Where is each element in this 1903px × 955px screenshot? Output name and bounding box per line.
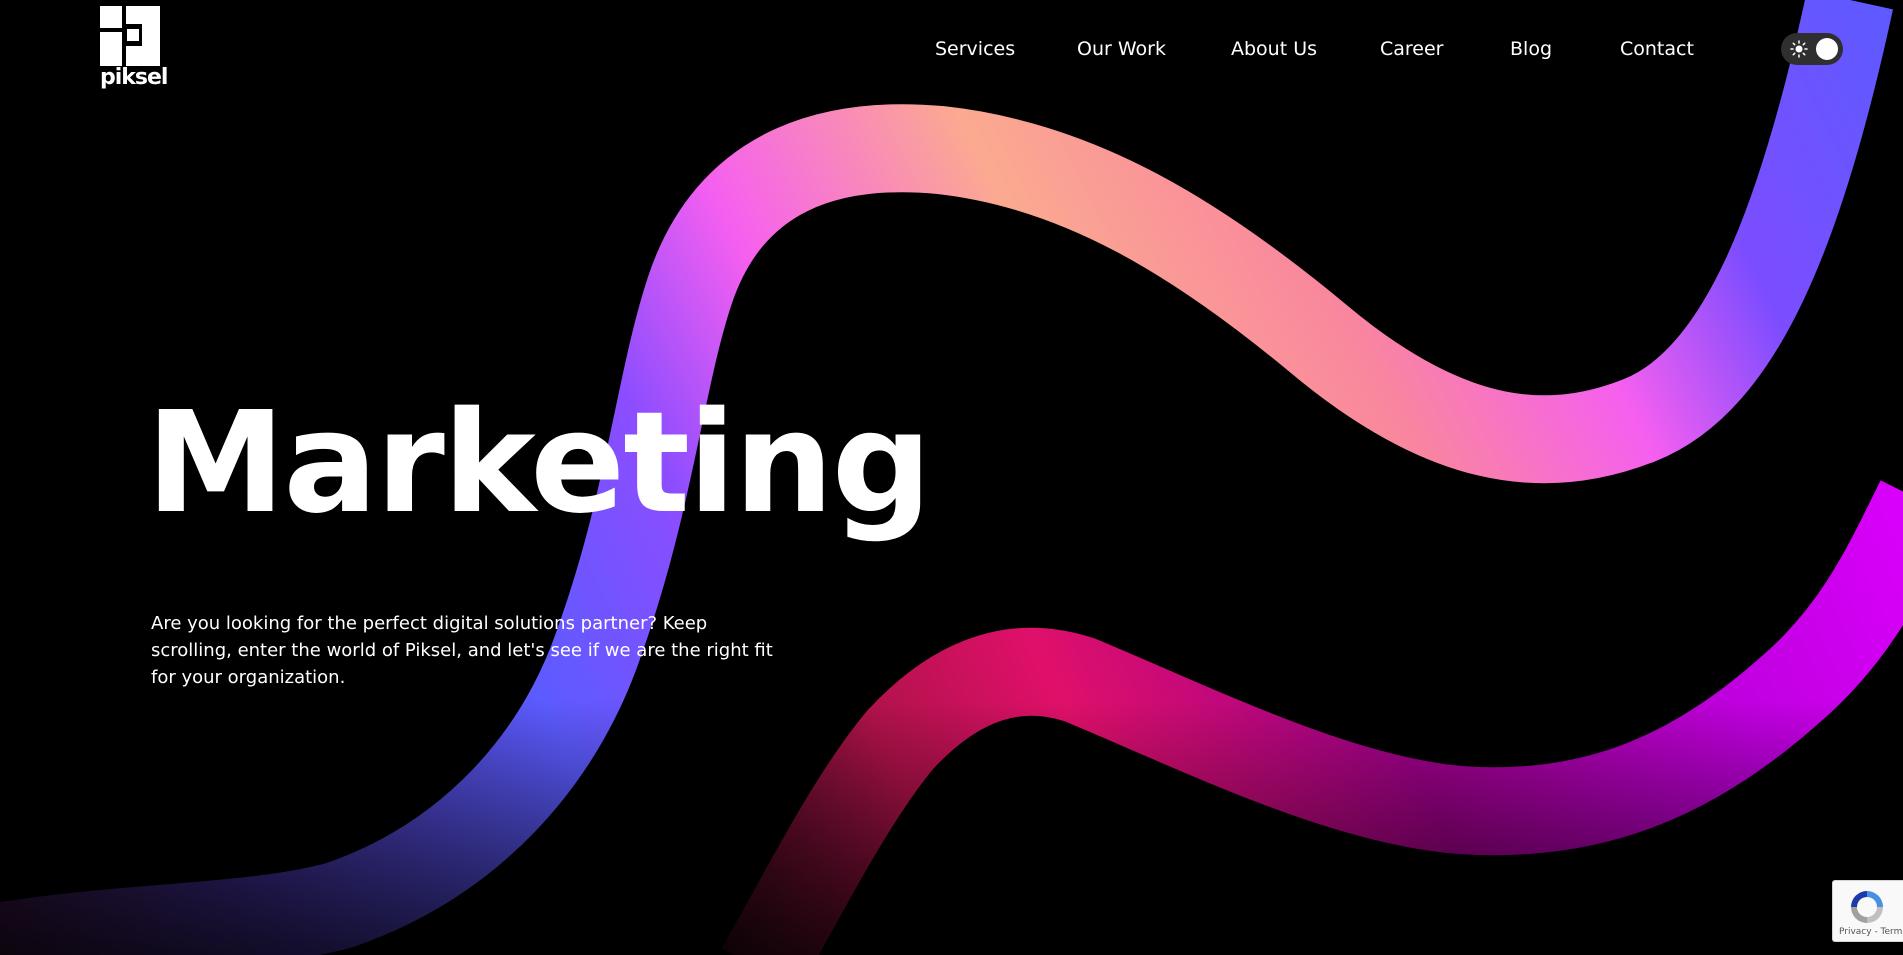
nav-contact[interactable]: Contact <box>1620 36 1694 62</box>
toggle-knob <box>1816 38 1838 60</box>
main-nav: Services Our Work About Us Career Blog C… <box>0 36 1903 64</box>
recaptcha-links[interactable]: Privacy - Terms <box>1839 927 1903 938</box>
sun-icon <box>1790 40 1808 58</box>
hero-title: Marketing <box>146 382 932 545</box>
logo-wordmark: piksel <box>100 65 168 90</box>
recaptcha-icon <box>1851 891 1883 923</box>
site-header: piksel Services Our Work About Us Career… <box>0 0 1903 100</box>
nav-about-us[interactable]: About Us <box>1231 36 1317 62</box>
nav-our-work[interactable]: Our Work <box>1077 36 1166 62</box>
theme-toggle[interactable] <box>1781 33 1843 65</box>
nav-services[interactable]: Services <box>935 36 1015 62</box>
nav-blog[interactable]: Blog <box>1510 36 1552 62</box>
nav-career[interactable]: Career <box>1380 36 1444 62</box>
recaptcha-badge[interactable]: Privacy - Terms <box>1832 880 1903 942</box>
hero-description: Are you looking for the perfect digital … <box>151 613 773 688</box>
